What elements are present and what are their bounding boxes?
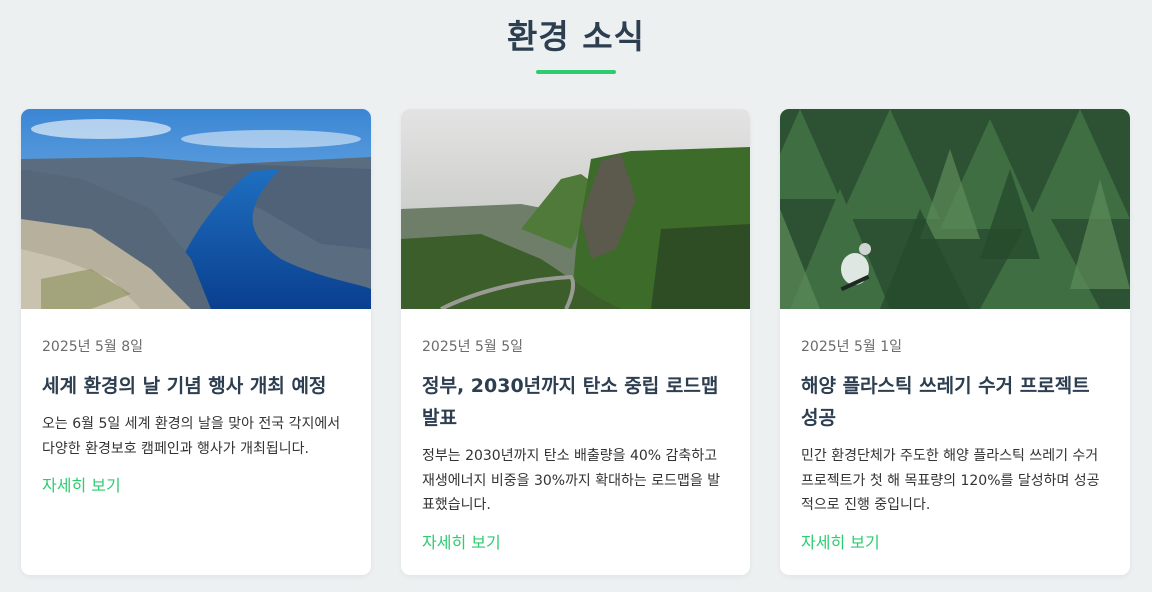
news-card-excerpt: 오는 6월 5일 세계 환경의 날을 맞아 전국 각지에서 다양한 환경보호 캠… (42, 416, 341, 457)
news-card-date: 2025년 5월 1일 (801, 339, 902, 355)
title-underline (536, 70, 616, 74)
news-card-date: 2025년 5월 5일 (422, 339, 523, 355)
news-card-title[interactable]: 세계 환경의 날 기념 행사 개최 예정 (42, 370, 351, 402)
news-card-excerpt: 민간 환경단체가 주도한 해양 플라스틱 쓰레기 수거 프로젝트가 첫 해 목표… (801, 448, 1100, 513)
read-more-link[interactable]: 자세히 보기 (801, 532, 880, 554)
news-card-date: 2025년 5월 8일 (42, 339, 143, 355)
news-card: 2025년 5월 1일 해양 플라스틱 쓰레기 수거 프로젝트 성공 민간 환경… (780, 109, 1130, 575)
news-card-image[interactable] (780, 109, 1130, 309)
section-title: 환경 소식 (507, 17, 645, 56)
news-card-excerpt: 정부는 2030년까지 탄소 배출량을 40% 감축하고 재생에너지 비중을 3… (422, 448, 721, 513)
read-more-link[interactable]: 자세히 보기 (422, 532, 501, 554)
news-card: 2025년 5월 8일 세계 환경의 날 기념 행사 개최 예정 오는 6월 5… (21, 109, 371, 575)
news-card: 2025년 5월 5일 정부, 2030년까지 탄소 중립 로드맵 발표 정부는… (401, 109, 750, 575)
news-card-image[interactable] (401, 109, 750, 309)
news-card-title[interactable]: 정부, 2030년까지 탄소 중립 로드맵 발표 (422, 370, 730, 434)
news-card-image[interactable] (21, 109, 371, 309)
read-more-link[interactable]: 자세히 보기 (42, 475, 121, 497)
news-card-title[interactable]: 해양 플라스틱 쓰레기 수거 프로젝트 성공 (801, 370, 1110, 434)
